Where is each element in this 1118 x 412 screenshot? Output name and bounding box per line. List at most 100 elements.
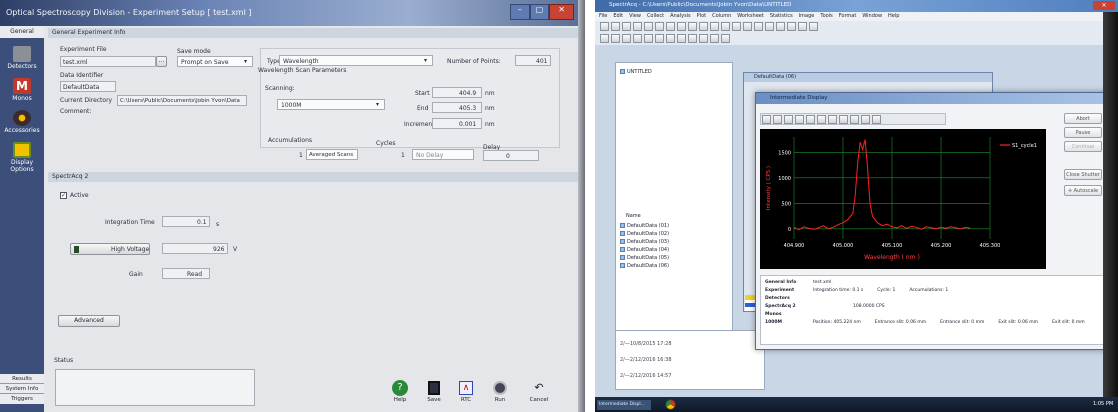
toolbar-button[interactable] xyxy=(809,22,818,31)
current-directory-field[interactable]: C:\Users\Public\Documents\Jobin Yvon\Dat… xyxy=(117,95,247,106)
integration-time-field[interactable]: 0.1 xyxy=(162,216,210,227)
zoom-out-icon[interactable] xyxy=(817,115,826,124)
toolbar-button[interactable] xyxy=(754,22,763,31)
toolbar-button[interactable] xyxy=(666,22,675,31)
rtc-button[interactable]: ∧ RTC xyxy=(454,380,478,408)
start-field[interactable]: 404.9 xyxy=(432,87,482,98)
menu-item[interactable]: File xyxy=(599,12,607,21)
toolbar-button[interactable] xyxy=(633,34,642,43)
toolbar-button[interactable] xyxy=(743,22,752,31)
toolbar-button[interactable] xyxy=(710,34,719,43)
toolbar-button[interactable] xyxy=(798,22,807,31)
toolbar-button[interactable] xyxy=(666,34,675,43)
toolbar-button[interactable] xyxy=(633,22,642,31)
sidebar-item-accessories[interactable]: Accessories xyxy=(0,110,44,134)
toolbar-button[interactable] xyxy=(622,22,631,31)
toolbar-button[interactable] xyxy=(699,34,708,43)
save-button[interactable]: Save xyxy=(422,380,446,408)
toolbar-button[interactable] xyxy=(776,22,785,31)
cycles-mode-select[interactable]: No Delay xyxy=(412,149,474,160)
tree-item[interactable]: DefaultData (03) xyxy=(620,239,669,245)
taskbar-window-button[interactable]: Intermediate Displ... xyxy=(597,400,651,410)
toolbar-button[interactable] xyxy=(677,34,686,43)
pause-icon[interactable] xyxy=(773,115,782,124)
toolbar-button[interactable] xyxy=(787,22,796,31)
menu-item[interactable]: View xyxy=(629,12,641,21)
toolbar-button[interactable] xyxy=(688,34,697,43)
save-mode-select[interactable]: Prompt on Save ▾ xyxy=(177,56,253,67)
tab-results[interactable]: Results xyxy=(0,374,44,384)
menu-item[interactable]: Format xyxy=(839,12,857,21)
pan-icon[interactable] xyxy=(784,115,793,124)
tree-item[interactable]: DefaultData (02) xyxy=(620,231,669,237)
high-voltage-button[interactable]: High Voltage xyxy=(70,243,150,255)
print-icon[interactable] xyxy=(872,115,881,124)
end-field[interactable]: 405.3 xyxy=(432,102,482,113)
accumulations-mode-select[interactable]: Averaged Scans xyxy=(306,149,358,160)
continue-button[interactable]: Continue xyxy=(1064,141,1102,152)
menu-item[interactable]: Help xyxy=(888,12,899,21)
menu-item[interactable]: Statistics xyxy=(770,12,793,21)
chrome-icon[interactable] xyxy=(665,399,676,410)
toolbar-button[interactable] xyxy=(732,22,741,31)
toolbar-button[interactable] xyxy=(710,22,719,31)
cancel-button[interactable]: ↶ Cancel xyxy=(524,380,554,408)
menu-item[interactable]: Edit xyxy=(613,12,623,21)
menu-item[interactable]: Tools xyxy=(820,12,832,21)
tab-system-info[interactable]: System Info xyxy=(0,384,44,394)
toolbar-button[interactable] xyxy=(622,34,631,43)
fit-icon[interactable] xyxy=(839,115,848,124)
menu-item[interactable]: Window xyxy=(862,12,882,21)
tree-item[interactable]: DefaultData (04) xyxy=(620,247,669,253)
menu-item[interactable]: Analysis xyxy=(670,12,691,21)
toolbar-button[interactable] xyxy=(611,22,620,31)
toolbar-button[interactable] xyxy=(611,34,620,43)
toolbar-button[interactable] xyxy=(655,22,664,31)
help-button[interactable]: ? Help xyxy=(388,380,412,408)
maximize-button[interactable]: ▢ xyxy=(529,4,550,20)
toolbar-button[interactable] xyxy=(655,34,664,43)
experiment-file-field[interactable]: test.xml xyxy=(60,56,156,67)
cursor-icon[interactable] xyxy=(828,115,837,124)
sidebar-item-display-options[interactable]: Display Options xyxy=(0,142,44,173)
tree-item[interactable]: DefaultData (01) xyxy=(620,223,669,229)
close-button[interactable]: ✕ xyxy=(1093,1,1115,10)
toolbar-button[interactable] xyxy=(644,34,653,43)
delay-field[interactable]: 0 xyxy=(483,150,539,161)
high-voltage-field[interactable]: 926 xyxy=(162,243,228,254)
save-icon[interactable] xyxy=(861,115,870,124)
close-shutter-button[interactable]: Close Shutter xyxy=(1064,169,1102,180)
move-icon[interactable] xyxy=(795,115,804,124)
data-identifier-field[interactable]: DefaultData xyxy=(60,81,116,92)
toolbar-button[interactable] xyxy=(688,22,697,31)
scanning-select[interactable]: 1000M ▾ xyxy=(277,99,385,110)
menu-item[interactable]: Worksheet xyxy=(737,12,764,21)
copy-icon[interactable] xyxy=(850,115,859,124)
tree-root[interactable]: UNTITLED xyxy=(620,69,652,75)
increment-field[interactable]: 0.001 xyxy=(432,118,482,129)
tab-triggers[interactable]: Triggers xyxy=(0,394,44,404)
toolbar-button[interactable] xyxy=(600,34,609,43)
tree-item[interactable]: DefaultData (06) xyxy=(620,263,669,269)
pause-button[interactable]: Pause xyxy=(1064,127,1102,138)
menu-item[interactable]: Plot xyxy=(697,12,706,21)
minimize-button[interactable]: – xyxy=(510,4,530,20)
type-select[interactable]: Wavelength ▾ xyxy=(279,55,433,66)
sidebar-item-monos[interactable]: M Monos xyxy=(0,78,44,102)
menu-item[interactable]: Column xyxy=(712,12,731,21)
browse-button[interactable]: ... xyxy=(156,56,167,67)
sidebar-item-detectors[interactable]: Detectors xyxy=(0,46,44,70)
tree-item[interactable]: DefaultData (05) xyxy=(620,255,669,261)
menu-item[interactable]: Image xyxy=(799,12,815,21)
toolbar-button[interactable] xyxy=(644,22,653,31)
tab-general[interactable]: General xyxy=(0,26,44,38)
toolbar-button[interactable] xyxy=(721,34,730,43)
run-button[interactable]: Run xyxy=(488,380,512,408)
play-icon[interactable] xyxy=(762,115,771,124)
zoom-in-icon[interactable] xyxy=(806,115,815,124)
toolbar-button[interactable] xyxy=(699,22,708,31)
advanced-button[interactable]: Advanced xyxy=(58,315,120,327)
toolbar-button[interactable] xyxy=(677,22,686,31)
autoscale-button[interactable]: ✛ Autoscale xyxy=(1064,185,1102,196)
abort-button[interactable]: Abort xyxy=(1064,113,1102,124)
